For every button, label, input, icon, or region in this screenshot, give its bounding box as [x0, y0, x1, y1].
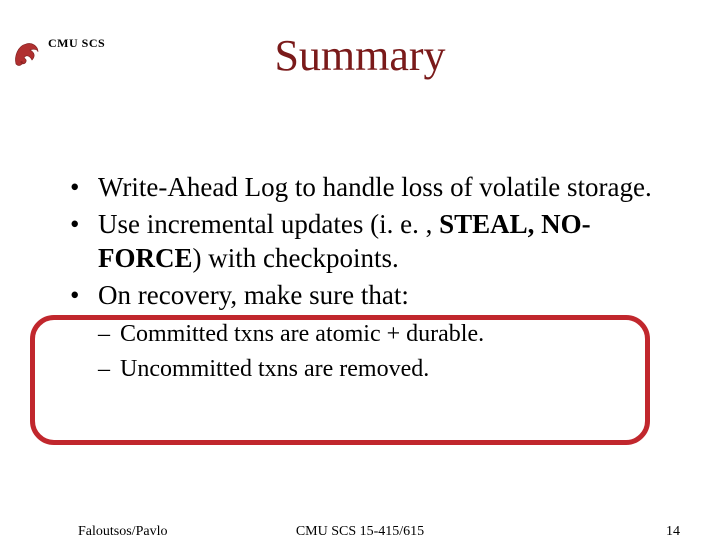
bullet-text: Write-Ahead Log to handle loss of volati…	[98, 172, 652, 202]
sub-bullet-item: Committed txns are atomic + durable.	[98, 318, 680, 350]
bullet-text: On recovery, make sure that:	[98, 280, 409, 310]
bullet-list: Write-Ahead Log to handle loss of volati…	[70, 170, 680, 385]
slide-title: Summary	[0, 30, 720, 81]
header-org-label: CMU SCS	[48, 36, 105, 51]
footer-authors: Faloutsos/Pavlo	[78, 524, 167, 540]
slide-header: CMU SCS	[10, 36, 105, 75]
bullet-text-pre: Use incremental updates (i. e. ,	[98, 209, 439, 239]
bullet-item: On recovery, make sure that: Committed t…	[70, 278, 680, 385]
footer-course: CMU SCS 15-415/615	[296, 524, 424, 540]
slide-footer: Faloutsos/Pavlo CMU SCS 15-415/615 14	[0, 524, 720, 540]
sub-bullet-item: Uncommitted txns are removed.	[98, 353, 680, 385]
slide-content: Write-Ahead Log to handle loss of volati…	[70, 170, 680, 387]
bullet-item: Use incremental updates (i. e. , STEAL, …	[70, 207, 680, 276]
sub-bullet-list: Committed txns are atomic + durable. Unc…	[98, 318, 680, 385]
bullet-item: Write-Ahead Log to handle loss of volati…	[70, 170, 680, 205]
bullet-text-post: ) with checkpoints.	[193, 243, 399, 273]
logo-icon	[10, 36, 44, 75]
footer-page-number: 14	[666, 524, 680, 540]
